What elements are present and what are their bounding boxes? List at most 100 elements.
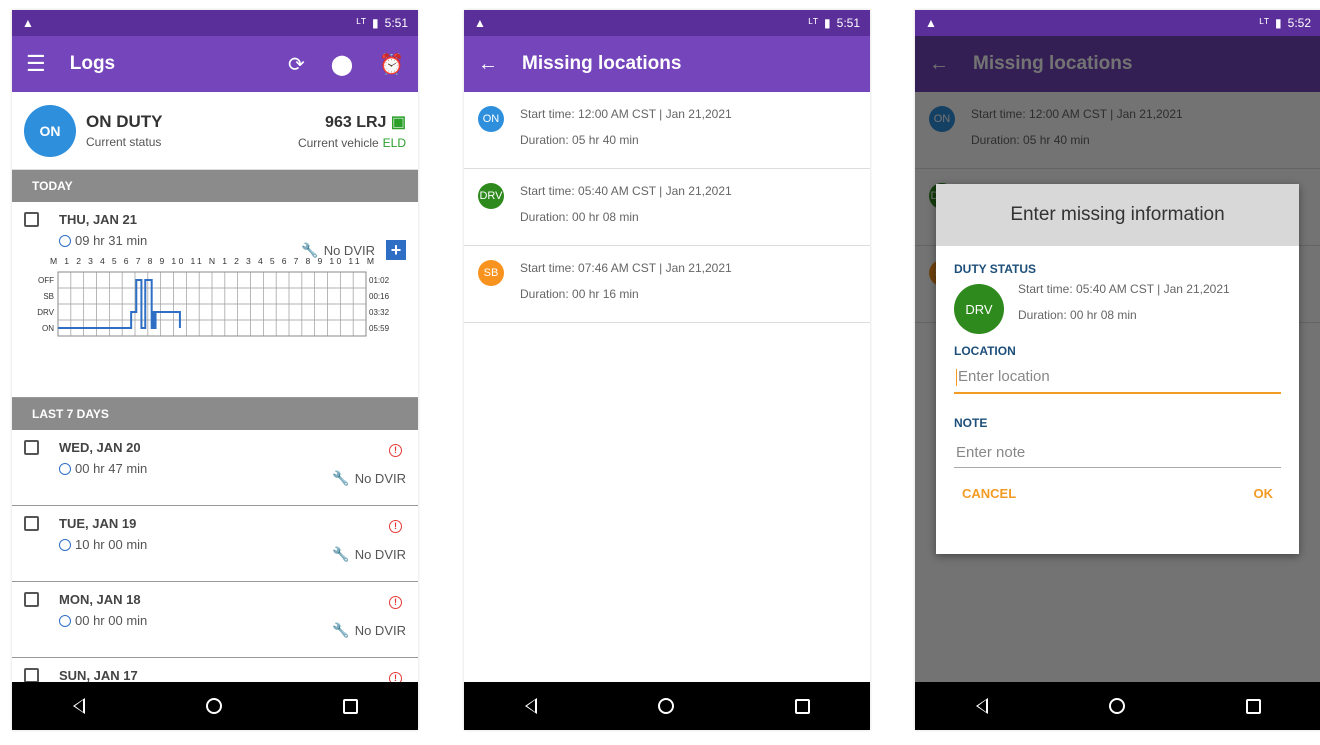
recents-nav-icon[interactable] — [794, 698, 810, 714]
day-checkbox[interactable] — [24, 440, 39, 455]
location-pin-icon[interactable]: ⬤ — [331, 52, 353, 77]
missing-location-item[interactable]: SB Start time: 07:46 AM CST | Jan 21,2021… — [464, 246, 870, 323]
start-time: Start time: 12:00 AM CST | Jan 21,2021 — [520, 107, 732, 121]
day-date: MON, JAN 18 — [59, 592, 141, 607]
clock-time: 5:51 — [836, 16, 860, 30]
start-time: Start time: 05:40 AM CST | Jan 21,2021 — [520, 184, 732, 198]
wrench-icon: 🔧 — [332, 546, 350, 562]
duty-status-badge: ON — [478, 106, 504, 132]
day-row[interactable]: MON, JAN 18! 00 hr 00 min 🔧 No DVIR — [12, 582, 418, 658]
app-bar: ← Missing locations — [464, 36, 870, 92]
day-duration: 09 hr 31 min — [75, 233, 148, 248]
status-label: DRV — [37, 308, 54, 317]
clock-icon — [59, 614, 71, 627]
wrench-icon: 🔧 — [332, 470, 350, 486]
missing-location-item[interactable]: ON Start time: 12:00 AM CST | Jan 21,2021… — [464, 92, 870, 169]
day-date: SUN, JAN 17 — [59, 668, 138, 683]
duration: Duration: 00 hr 08 min — [520, 210, 639, 224]
cancel-button[interactable]: CANCEL — [962, 486, 1016, 501]
dvir-status: No DVIR — [354, 547, 406, 562]
signal-icon: ᴸᵀ — [808, 16, 819, 30]
warning-icon: ! — [389, 444, 402, 457]
duty-status-badge: SB — [478, 260, 504, 286]
location-input[interactable]: Enter location — [954, 362, 1281, 394]
duration: Duration: 00 hr 08 min — [1018, 308, 1137, 322]
current-status[interactable]: ON ON DUTY Current status 963 LRJ ▣ Curr… — [12, 92, 418, 170]
note-label: NOTE — [954, 415, 988, 430]
status-total: 00:16 — [369, 292, 390, 301]
dvir-status: No DVIR — [354, 471, 406, 486]
alert-icon: ▲ — [22, 16, 34, 30]
recents-nav-icon[interactable] — [1245, 698, 1261, 714]
home-nav-icon[interactable] — [1108, 698, 1125, 714]
day-checkbox[interactable] — [24, 668, 39, 683]
note-input[interactable]: Enter note — [954, 438, 1281, 468]
dvir-status: No DVIR — [354, 623, 406, 638]
back-nav-icon[interactable] — [72, 698, 85, 714]
dialog-title: Enter missing information — [936, 184, 1299, 246]
vehicle-label: Current vehicle — [297, 135, 379, 150]
alert-icon: ▲ — [474, 16, 486, 30]
logs-screen: ▲ ᴸᵀ ▮ 5:51 ☰ Logs ⟳ ⬤ ⏰ ON ON DUTY Curren… — [12, 10, 418, 730]
day-duration: 10 hr 00 min — [75, 537, 148, 552]
system-nav-bar — [464, 682, 870, 730]
clock-time: 5:51 — [384, 16, 408, 30]
day-checkbox[interactable] — [24, 212, 39, 227]
vehicle-number: 963 LRJ ▣ — [325, 113, 406, 131]
status-label: ON — [42, 324, 54, 333]
missing-info-dialog-screen: ▲ ᴸᵀ▮5:52 ← Missing locations ONStart ti… — [915, 10, 1320, 730]
battery-icon: ▮ — [824, 16, 831, 30]
section-last7: LAST 7 DAYS — [12, 398, 418, 430]
missing-locations-screen: ▲ ᴸᵀ ▮ 5:51 ← Missing locations ON Start ti… — [464, 10, 870, 730]
page-title: Missing locations — [522, 53, 682, 74]
start-time: Start time: 05:40 AM CST | Jan 21,2021 — [1018, 282, 1230, 296]
system-nav-bar — [12, 682, 418, 730]
warning-icon: ! — [389, 520, 402, 533]
battery-icon: ▮ — [372, 16, 379, 30]
recents-nav-icon[interactable] — [342, 698, 358, 714]
log-graph[interactable]: M 1 2 3 4 5 6 7 8 9 10 11 N 1 2 3 4 5 6 … — [24, 254, 406, 352]
clock-icon — [59, 462, 71, 475]
status-total: 03:32 — [369, 308, 390, 317]
day-row[interactable]: TUE, JAN 19! 10 hr 00 min 🔧 No DVIR — [12, 506, 418, 582]
day-row[interactable]: WED, JAN 20! 00 hr 47 min 🔧 No DVIR — [12, 430, 418, 506]
status-subtitle: Current status — [86, 135, 162, 149]
start-time: Start time: 07:46 AM CST | Jan 21,2021 — [520, 261, 732, 275]
signal-icon: ᴸᵀ — [1259, 16, 1270, 30]
status-label: SB — [43, 292, 54, 301]
wrench-icon: 🔧 — [332, 622, 350, 638]
sync-icon[interactable]: ⟳ — [288, 52, 305, 77]
day-checkbox[interactable] — [24, 592, 39, 607]
alert-icon: ▲ — [925, 16, 937, 30]
back-nav-icon[interactable] — [975, 698, 988, 714]
duty-status-badge: DRV — [478, 183, 504, 209]
duty-status-badge: DRV — [954, 284, 1004, 334]
note-placeholder: Enter note — [956, 443, 1026, 461]
warning-icon: ! — [389, 596, 402, 609]
duty-status-label: DUTY STATUS — [954, 262, 1037, 276]
day-duration: 00 hr 00 min — [75, 613, 148, 628]
home-nav-icon[interactable] — [657, 698, 674, 714]
back-nav-icon[interactable] — [524, 698, 537, 714]
home-nav-icon[interactable] — [205, 698, 222, 714]
status-badge: ON — [24, 104, 76, 157]
day-row-today[interactable]: THU, JAN 21 09 hr 31 min 🔧 No DVIR + M 1 2… — [12, 202, 418, 398]
missing-location-item[interactable]: DRV Start time: 05:40 AM CST | Jan 21,202… — [464, 169, 870, 246]
ok-button[interactable]: OK — [1254, 486, 1274, 501]
page-title: Logs — [69, 53, 116, 74]
day-date: TUE, JAN 19 — [59, 516, 137, 531]
alarm-icon[interactable]: ⏰ — [379, 52, 404, 77]
section-today: TODAY — [12, 170, 418, 202]
location-placeholder: Enter location — [958, 368, 1050, 385]
battery-icon: ▮ — [1275, 16, 1282, 30]
menu-icon[interactable]: ☰ — [26, 51, 46, 77]
system-nav-bar — [915, 682, 1320, 730]
status-title: ON DUTY — [86, 112, 163, 131]
app-bar: ☰ Logs ⟳ ⬤ ⏰ — [12, 36, 418, 92]
missing-info-dialog: Enter missing information DUTY STATUS DR… — [936, 184, 1299, 554]
location-label: LOCATION — [954, 344, 1016, 358]
day-checkbox[interactable] — [24, 516, 39, 531]
day-duration: 00 hr 47 min — [75, 461, 148, 476]
day-date: THU, JAN 21 — [59, 212, 138, 227]
back-arrow-icon[interactable]: ← — [478, 53, 498, 76]
